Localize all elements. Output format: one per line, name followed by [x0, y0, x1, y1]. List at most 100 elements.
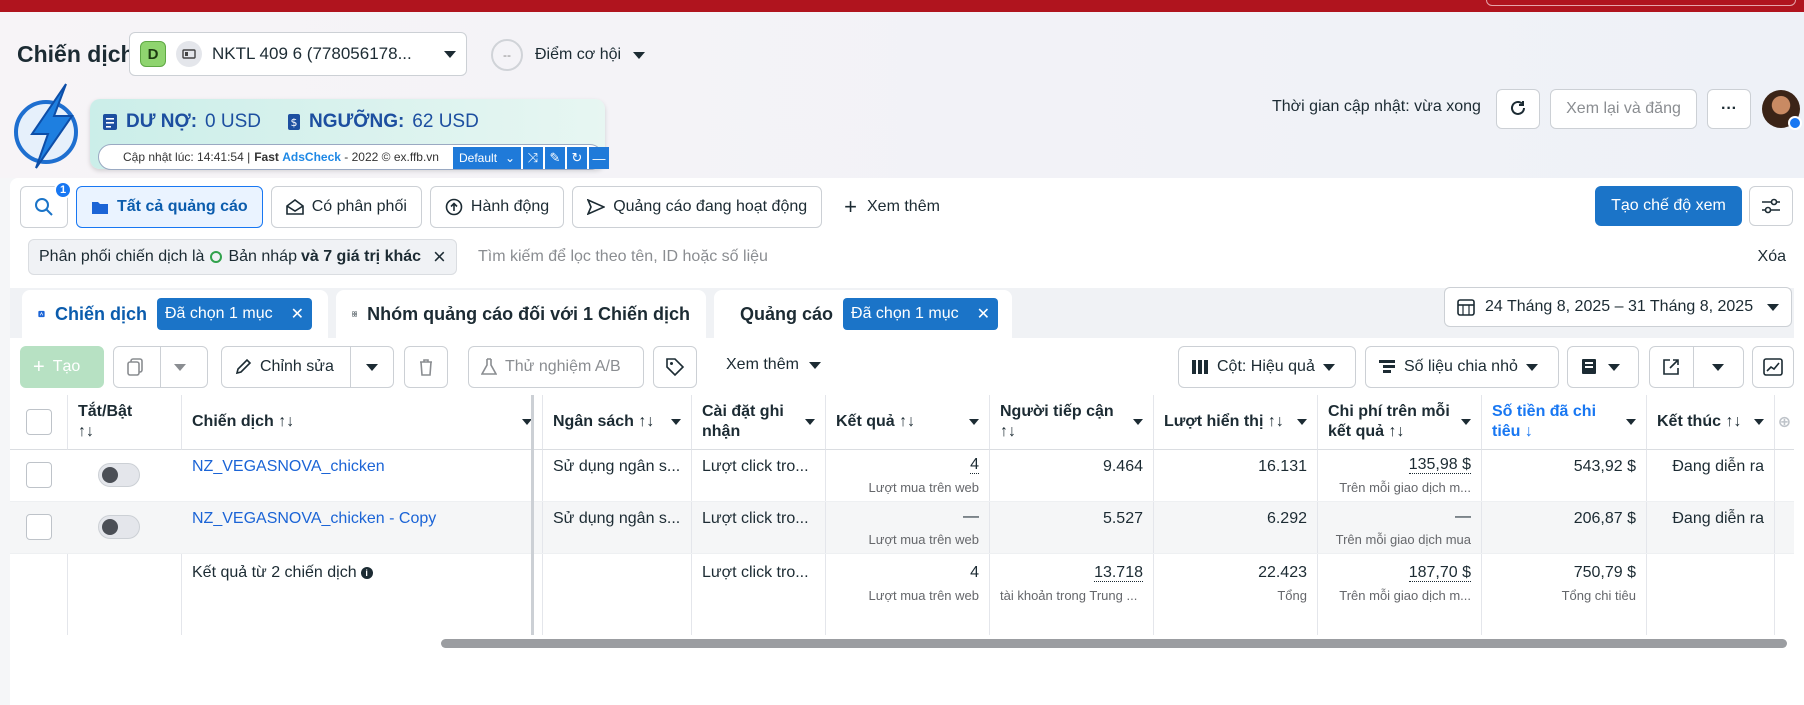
banner-action-button[interactable] [1486, 0, 1796, 6]
refresh-icon[interactable]: ↻ [567, 147, 587, 169]
summary-attribution: Lượt click tro... [692, 554, 826, 635]
info-icon[interactable]: i [360, 566, 373, 579]
campaigns-selected-chip[interactable]: Đã chọn 1 mục ✕ [156, 298, 312, 330]
delete-button[interactable] [404, 346, 448, 388]
col-amount-spent[interactable]: Số tiền đã chi tiêu ↓ [1482, 395, 1647, 450]
adscheck-debt-panel: DƯ NỢ: 0 USD $ NGƯỠNG: 62 USD Cập nhật l… [90, 99, 609, 170]
filter-row: Phân phối chiến dịch là Bản nháp và 7 gi… [10, 236, 1794, 280]
charts-button[interactable] [1752, 346, 1794, 388]
quick-filter-bar: 1 Tất cả quảng cáo Có phân phối Hành độn… [10, 181, 954, 228]
avatar[interactable] [1762, 90, 1802, 130]
chevron-down-icon[interactable] [1297, 419, 1307, 425]
campaign-name-link[interactable]: NZ_VEGASNOVA_chicken [192, 458, 385, 475]
dollar-document-icon: $ [288, 114, 300, 130]
all-ads-filter[interactable]: Tất cả quảng cáo [76, 186, 263, 228]
preset-select[interactable]: Default ⌄ [453, 147, 521, 169]
chevron-down-icon[interactable] [969, 419, 979, 425]
delivered-filter[interactable]: Có phân phối [270, 186, 422, 228]
reports-button[interactable] [1567, 346, 1639, 388]
create-view-button[interactable]: Tạo chế độ xem [1595, 186, 1742, 226]
sort-icon: ↑↓ [78, 423, 94, 440]
col-campaign[interactable]: Chiến dịch ↑↓ [182, 395, 543, 450]
ads-selected-chip[interactable]: Đã chọn 1 mục ✕ [843, 298, 999, 330]
breakdown-selector[interactable]: Số liệu chia nhỏ [1365, 346, 1559, 388]
debt-label: DƯ NỢ: [126, 111, 198, 132]
col-toggle[interactable]: Tắt/Bật ↑↓ [68, 395, 182, 450]
horizontal-scrollbar[interactable] [441, 639, 1787, 648]
search-button[interactable]: 1 [20, 181, 72, 228]
top-warning-banner [0, 0, 1804, 12]
tab-campaigns[interactable]: Chiến dịch Đã chọn 1 mục ✕ [22, 290, 328, 338]
chevron-down-icon[interactable] [671, 419, 681, 425]
folder-icon [92, 202, 108, 214]
adscheck-bolt-logo-icon [14, 83, 78, 169]
close-icon[interactable]: ✕ [291, 304, 304, 324]
campaigns-table: Tắt/Bật ↑↓ Chiến dịch ↑↓ Ngân sách ↑↓ Cài… [10, 395, 1794, 635]
table-row[interactable]: NZ_VEGASNOVA_chicken Sử dụng ngân s... L… [10, 450, 1794, 502]
chevron-down-icon[interactable] [1133, 419, 1143, 425]
columns-selector[interactable]: Cột: Hiệu quả [1178, 346, 1356, 388]
add-column-icon[interactable]: ⊕ [1775, 395, 1794, 450]
see-more-filters-link[interactable]: + Xem thêm [830, 194, 954, 220]
refresh-button[interactable] [1496, 89, 1540, 129]
chevron-down-icon[interactable] [805, 419, 815, 425]
ab-test-button[interactable]: Thử nghiệm A/B [468, 346, 644, 388]
header-select-all [10, 395, 68, 450]
account-id-icon [176, 41, 202, 67]
close-icon[interactable]: × [433, 244, 446, 270]
flask-icon [481, 358, 497, 375]
tag-button[interactable] [653, 346, 697, 388]
chevron-down-icon[interactable] [174, 364, 186, 371]
col-ends[interactable]: Kết thúc ↑↓ [1647, 395, 1775, 450]
actions-filter[interactable]: Hành động [429, 186, 565, 228]
summary-cpr: 187,70 $ [1408, 564, 1471, 582]
action-toolbar: + Tạo Chỉnh sửa Thử nghiệm A/B Xem thêm C… [10, 338, 1794, 394]
review-and-publish-button[interactable]: Xem lại và đăng [1550, 89, 1697, 129]
account-selector[interactable]: D NKTL 409 6 (778056178... [129, 32, 467, 76]
filter-search-input[interactable]: Tìm kiếm để lọc theo tên, ID hoặc số liệ… [478, 248, 768, 266]
col-cost-per-result[interactable]: Chi phí trên mỗi kết quả ↑↓ [1318, 395, 1482, 450]
campaign-name-link[interactable]: NZ_VEGASNOVA_chicken - Copy [192, 510, 436, 527]
delivery-filter-chip[interactable]: Phân phối chiến dịch là Bản nháp và 7 gi… [28, 239, 457, 275]
view-settings-button[interactable] [1749, 186, 1793, 226]
col-impressions[interactable]: Lượt hiển thị ↑↓ [1154, 395, 1318, 450]
chevron-down-icon[interactable] [366, 364, 378, 371]
clear-filters-link[interactable]: Xóa [1758, 248, 1786, 266]
search-icon [35, 198, 53, 216]
chevron-down-icon[interactable] [1461, 419, 1471, 425]
col-attribution[interactable]: Cài đặt ghi nhận [692, 395, 826, 450]
sort-icon: ↑↓ [1388, 423, 1405, 440]
tab-adsets[interactable]: Nhóm quảng cáo đối với 1 Chiến dịch [336, 290, 706, 338]
export-button[interactable] [1649, 346, 1744, 388]
calendar-icon [1457, 299, 1475, 316]
tab-ads[interactable]: Quảng cáo Đã chọn 1 mục ✕ [714, 290, 1012, 338]
edit-icon[interactable]: ✎ [545, 147, 565, 169]
select-all-checkbox[interactable] [26, 409, 52, 435]
toolbar-see-more[interactable]: Xem thêm [726, 356, 821, 374]
brand-fast: Fast [254, 150, 279, 164]
chevron-down-icon[interactable] [1712, 364, 1724, 371]
close-icon[interactable]: ✕ [977, 304, 990, 324]
table-row[interactable]: NZ_VEGASNOVA_chicken - Copy Sử dụng ngân… [10, 502, 1794, 554]
active-ads-filter[interactable]: Quảng cáo đang hoạt động [572, 186, 823, 228]
summary-impressions: 22.423 [1258, 564, 1307, 581]
col-budget[interactable]: Ngân sách ↑↓ [543, 395, 692, 450]
create-button[interactable]: + Tạo [20, 346, 104, 388]
date-range-picker[interactable]: 24 Tháng 8, 2025 – 31 Tháng 8, 2025 [1444, 287, 1792, 327]
chevron-down-icon[interactable] [1626, 419, 1636, 425]
sort-icon: ↑↓ [1000, 423, 1016, 440]
chevron-down-icon[interactable] [1754, 419, 1764, 425]
more-options-button[interactable]: ··· [1707, 89, 1751, 129]
col-reach[interactable]: Người tiếp cận ↑↓ [990, 395, 1154, 450]
col-results[interactable]: Kết quả ↑↓ [826, 395, 990, 450]
chevron-down-icon [808, 361, 821, 369]
line-chart-icon [1763, 358, 1783, 376]
campaign-toggle[interactable] [98, 515, 140, 539]
opportunity-score[interactable]: -- Điểm cơ hội [491, 39, 646, 71]
row-checkbox[interactable] [26, 514, 52, 540]
campaign-toggle[interactable] [98, 463, 140, 487]
row-checkbox[interactable] [26, 462, 52, 488]
minimize-icon[interactable]: — [589, 147, 609, 169]
shuffle-icon[interactable]: ⤨ [523, 147, 543, 169]
sort-icon: ↑↓ [1725, 413, 1742, 430]
